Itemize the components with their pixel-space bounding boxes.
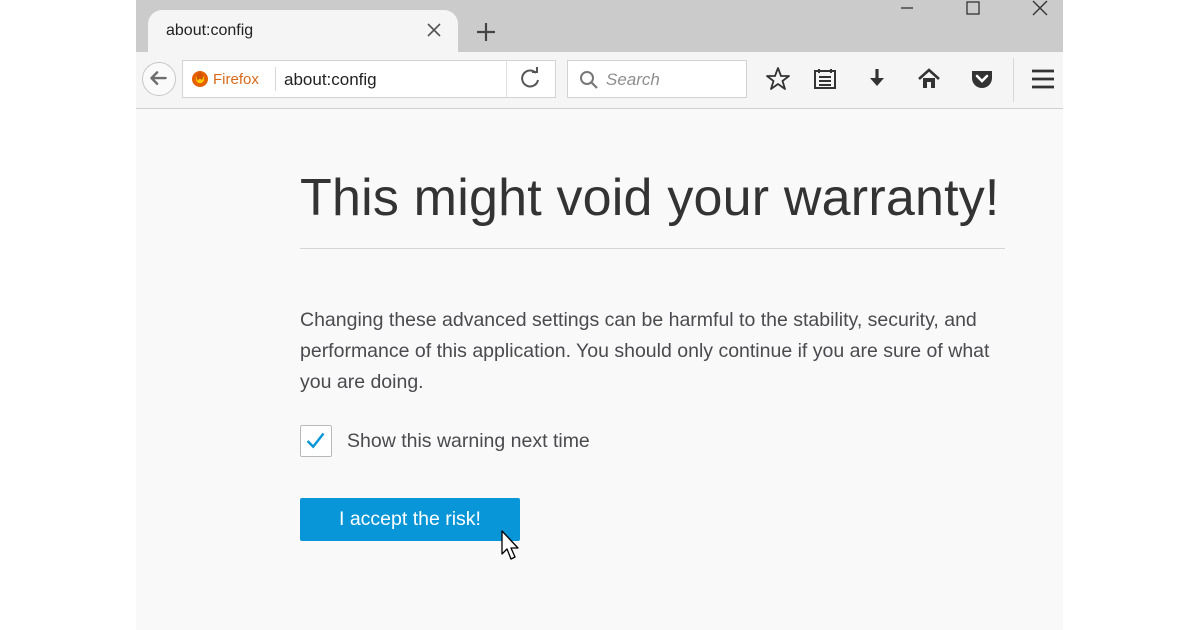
search-input[interactable]: Search [606, 70, 660, 90]
back-arrow-icon [150, 71, 167, 85]
firefox-icon [192, 71, 208, 87]
reload-button[interactable] [506, 60, 556, 98]
warning-container: This might void your warranty! Changing … [300, 150, 1005, 459]
identity-label[interactable]: Firefox [213, 71, 259, 88]
title-divider [300, 248, 1005, 249]
browser-window: about:config Firefox about:config Search… [136, 0, 1063, 630]
checkmark-icon [306, 432, 325, 449]
new-tab-icon[interactable] [472, 18, 500, 46]
reload-icon [521, 67, 539, 88]
show-warning-row[interactable]: Show this warning next time [300, 425, 1005, 459]
url-bar[interactable]: Firefox about:config [182, 60, 556, 98]
url-divider [275, 67, 276, 91]
tab-title: about:config [166, 22, 254, 39]
reading-list-icon[interactable] [812, 66, 838, 92]
back-button[interactable] [142, 62, 176, 96]
tab-about-config[interactable]: about:config [148, 10, 458, 52]
show-warning-checkbox[interactable] [300, 425, 332, 457]
download-icon[interactable] [864, 66, 890, 92]
warning-title: This might void your warranty! [300, 169, 1000, 227]
show-warning-label[interactable]: Show this warning next time [347, 430, 590, 453]
tab-strip: about:config [136, 0, 1063, 52]
search-icon [580, 71, 598, 89]
toolbar-divider [1013, 58, 1014, 102]
nav-bar: Firefox about:config Search [136, 52, 1063, 109]
home-icon[interactable] [916, 66, 942, 92]
url-text[interactable]: about:config [284, 70, 377, 90]
accept-risk-button[interactable]: I accept the risk! [300, 498, 520, 541]
pocket-icon[interactable] [969, 66, 995, 92]
hamburger-menu-icon[interactable] [1030, 66, 1056, 92]
minimize-icon[interactable] [884, 0, 930, 22]
maximize-icon[interactable] [950, 0, 996, 22]
window-close-icon[interactable] [1017, 0, 1063, 22]
search-bar[interactable]: Search [567, 60, 747, 98]
close-icon[interactable] [424, 20, 444, 40]
bookmark-star-icon[interactable] [765, 66, 791, 92]
warning-description: Changing these advanced settings can be … [300, 309, 990, 393]
mouse-cursor-icon [501, 530, 519, 560]
